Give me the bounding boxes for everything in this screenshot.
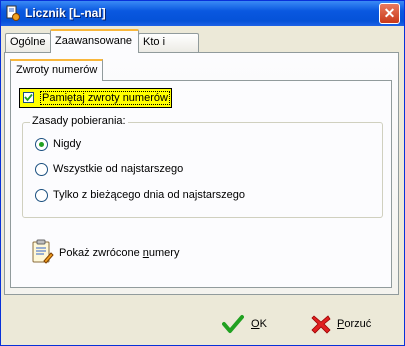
ok-rest: K (259, 318, 267, 330)
app-icon (6, 5, 20, 21)
checkmark-icon[interactable] (222, 314, 244, 334)
tab-kto-i-kiedy[interactable]: Kto i Kiedy (138, 33, 199, 65)
close-icon: ✕ (383, 5, 396, 21)
tab-ogolne[interactable]: Ogólne (5, 33, 51, 52)
radio-label-tylko[interactable]: Tylko z bieżącego dnia od najstarszego (53, 189, 245, 201)
show-returned-text-pre: Pokaż zwrócone (59, 247, 143, 259)
radio-dot (39, 142, 44, 147)
tab-label: Zaawansowane (55, 35, 133, 47)
tab-zaawansowane[interactable]: Zaawansowane (50, 29, 139, 53)
tab-label: Ogólne (10, 36, 46, 48)
subtab-label: Zwroty numerów (16, 64, 98, 76)
window-title: Licznik [L-nal] (25, 6, 106, 20)
radio-label-wszystkie[interactable]: Wszystkie od najstarszego (53, 163, 183, 175)
radio-tylko-z-biezacego[interactable] (35, 189, 48, 202)
checkmark-icon (24, 93, 33, 102)
close-button[interactable]: ✕ (379, 3, 400, 24)
tab-zwroty-numerow[interactable]: Zwroty numerów (10, 59, 104, 81)
radio-nigdy[interactable] (35, 138, 48, 151)
ok-button[interactable]: OK (251, 318, 267, 330)
show-returned-text-post: umery (148, 247, 180, 259)
ok-accel: O (251, 318, 260, 330)
radio-label-nigdy[interactable]: Nigdy (53, 138, 81, 150)
remember-returns-checkbox[interactable]: Pamiętaj zwroty numerów (19, 88, 172, 108)
clipboard-list-icon[interactable] (30, 239, 54, 265)
checkbox-label: Pamiętaj zwroty numerów (40, 91, 170, 105)
cancel-button[interactable]: Porzuć (337, 318, 371, 330)
radio-wszystkie[interactable] (35, 163, 48, 176)
group-title: Zasady pobierania: (30, 115, 128, 127)
red-x-icon[interactable] (310, 313, 332, 335)
cancel-rest: orzuć (344, 318, 372, 330)
title-bar[interactable]: Licznik [L-nal] ✕ (1, 1, 404, 26)
checkbox-box[interactable] (23, 92, 34, 103)
show-returned-button[interactable]: Pokaż zwrócone numery (59, 247, 179, 259)
